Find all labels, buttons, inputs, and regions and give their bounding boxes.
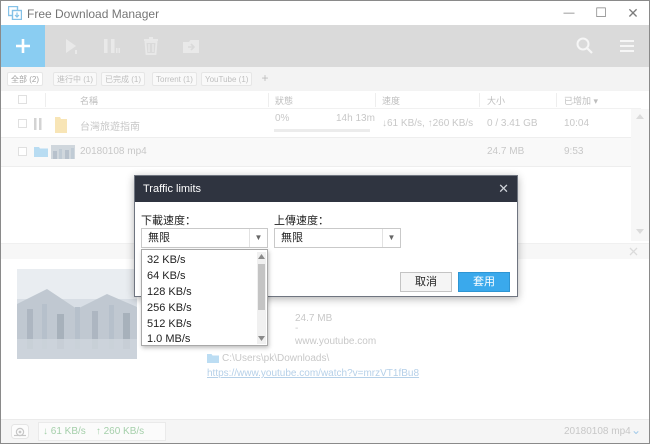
upload-speed-label: 上傳速度： xyxy=(274,215,329,227)
dropdown-option[interactable]: 256 KB/s xyxy=(147,302,192,314)
scroll-down-icon[interactable] xyxy=(258,336,265,341)
download-speed-select[interactable]: 無限 ▼ xyxy=(141,228,268,248)
dropdown-option[interactable]: 512 KB/s xyxy=(147,318,192,330)
dialog-close-icon[interactable]: ✕ xyxy=(498,181,509,197)
upload-speed-value: 無限 xyxy=(281,232,303,244)
download-speed-dropdown: 32 KB/s 64 KB/s 128 KB/s 256 KB/s 512 KB… xyxy=(141,249,268,346)
chevron-down-icon: ▼ xyxy=(382,229,400,247)
dropdown-option[interactable]: 64 KB/s xyxy=(147,270,186,282)
dropdown-scrollbar[interactable] xyxy=(257,252,266,344)
chevron-down-icon: ▼ xyxy=(249,229,267,247)
upload-speed-select[interactable]: 無限 ▼ xyxy=(274,228,401,248)
dropdown-option[interactable]: 128 KB/s xyxy=(147,286,192,298)
download-speed-label: 下載速度： xyxy=(141,215,196,227)
dropdown-option[interactable]: 1.0 MB/s xyxy=(147,333,190,345)
cancel-button[interactable]: 取消 xyxy=(400,272,452,292)
dropdown-option[interactable]: 32 KB/s xyxy=(147,254,186,266)
dropdown-scroll-thumb[interactable] xyxy=(258,264,265,310)
scroll-up-icon[interactable] xyxy=(258,254,265,259)
dialog-title: Traffic limits xyxy=(143,183,202,195)
apply-button[interactable]: 套用 xyxy=(458,272,510,292)
dialog-title-bar: Traffic limits ✕ xyxy=(135,176,517,202)
download-speed-value: 無限 xyxy=(148,232,170,244)
app-window: Free Download Manager — ☐ ✕ 全部 (2) 進行中 (… xyxy=(0,0,650,444)
